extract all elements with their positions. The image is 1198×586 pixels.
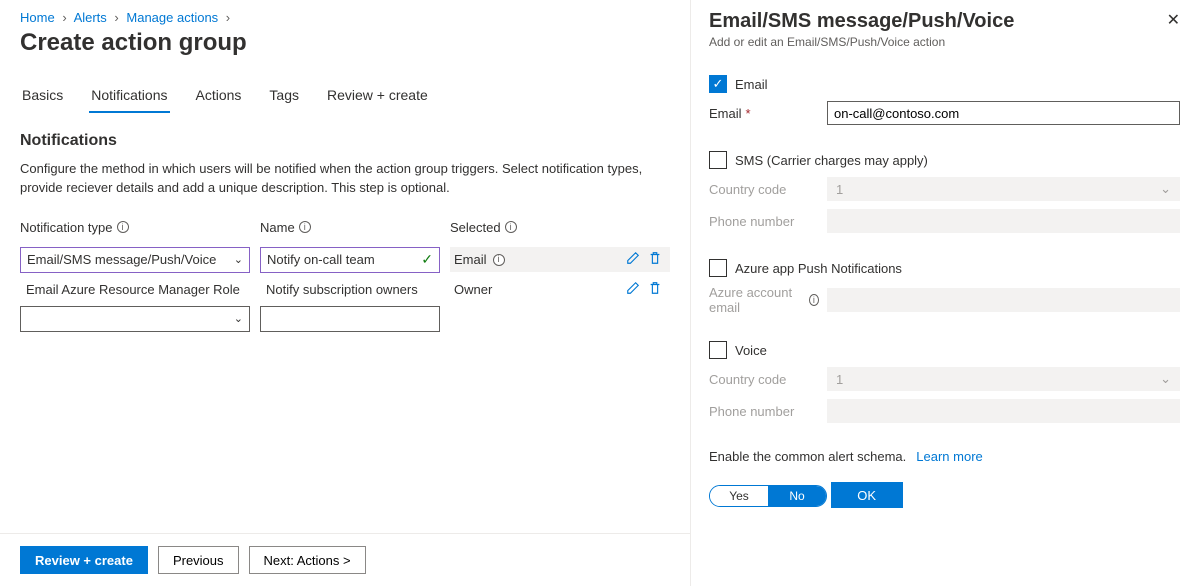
info-icon[interactable]: i [117, 221, 129, 233]
delete-icon[interactable] [648, 281, 662, 298]
country-code-label: Country code [709, 182, 819, 197]
email-checkbox-label: Email [735, 77, 768, 92]
voice-country-code-select[interactable]: 1 ⌄ [827, 367, 1180, 391]
breadcrumb-manage-actions[interactable]: Manage actions [126, 10, 218, 25]
chevron-right-icon: › [114, 10, 118, 25]
selected-cell: Owner [450, 277, 670, 302]
notification-name-text: Notify subscription owners [260, 282, 418, 297]
notification-name-input[interactable]: Notify on-call team ✓ [260, 247, 440, 273]
tab-basics[interactable]: Basics [20, 81, 65, 113]
notification-type-select-empty[interactable]: ⌄ [20, 306, 250, 332]
push-checkbox[interactable] [709, 259, 727, 277]
azure-email-input[interactable] [827, 288, 1180, 312]
sms-country-code-select[interactable]: 1 ⌄ [827, 177, 1180, 201]
breadcrumb: Home › Alerts › Manage actions › [20, 10, 670, 25]
sms-checkbox[interactable] [709, 151, 727, 169]
edit-icon[interactable] [626, 251, 640, 268]
voice-checkbox-label: Voice [735, 343, 767, 358]
selected-cell [450, 315, 670, 323]
notification-name-input-empty[interactable] [260, 306, 440, 332]
email-field-label: Email * [709, 106, 819, 121]
name-cell [260, 302, 440, 336]
email-input[interactable] [827, 101, 1180, 125]
toggle-no: No [768, 486, 826, 506]
push-checkbox-label: Azure app Push Notifications [735, 261, 902, 276]
section-description: Configure the method in which users will… [20, 160, 660, 198]
phone-number-label: Phone number [709, 214, 819, 229]
table-row: Email Azure Resource Manager Role [20, 278, 250, 301]
info-icon[interactable]: i [505, 221, 517, 233]
panel-subtitle: Add or edit an Email/SMS/Push/Voice acti… [709, 35, 1014, 49]
chevron-right-icon: › [62, 10, 66, 25]
info-icon[interactable]: i [809, 294, 819, 306]
voice-phone-input[interactable] [827, 399, 1180, 423]
schema-text: Enable the common alert schema. [709, 449, 906, 464]
breadcrumb-home[interactable]: Home [20, 10, 55, 25]
notification-type-select[interactable]: Email/SMS message/Push/Voice ⌄ [20, 247, 250, 273]
col-header-selected: Selected i [450, 220, 670, 243]
chevron-down-icon: ⌄ [1160, 181, 1171, 197]
email-checkbox[interactable]: ✓ [709, 75, 727, 93]
selected-value: Owner [450, 282, 492, 297]
selected-cell: Email i [450, 247, 670, 272]
info-icon[interactable]: i [493, 254, 505, 266]
chevron-right-icon: › [226, 10, 230, 25]
notification-type-text: Email Azure Resource Manager Role [20, 282, 240, 297]
voice-checkbox[interactable] [709, 341, 727, 359]
sms-phone-input[interactable] [827, 209, 1180, 233]
selected-value: Email [450, 252, 487, 267]
name-cell: Notify subscription owners [260, 278, 440, 301]
col-header-type: Notification type i [20, 220, 250, 243]
schema-toggle[interactable]: Yes No [709, 485, 827, 507]
previous-button[interactable]: Previous [158, 546, 239, 574]
review-create-button[interactable]: Review + create [20, 546, 148, 574]
col-header-name: Name i [260, 220, 440, 243]
footer-bar: Review + create Previous Next: Actions > [0, 533, 690, 586]
edit-icon[interactable] [626, 281, 640, 298]
breadcrumb-alerts[interactable]: Alerts [74, 10, 107, 25]
chevron-down-icon: ⌄ [1160, 371, 1171, 387]
azure-email-label: Azure account email i [709, 285, 819, 315]
table-row: Email/SMS message/Push/Voice ⌄ [20, 243, 250, 277]
learn-more-link[interactable]: Learn more [916, 449, 982, 464]
toggle-yes: Yes [710, 486, 768, 506]
close-icon[interactable]: ✕ [1167, 10, 1180, 30]
page-title: Create action group [20, 29, 670, 57]
ok-button[interactable]: OK [831, 482, 903, 508]
tab-actions[interactable]: Actions [194, 81, 244, 113]
tab-tags[interactable]: Tags [267, 81, 301, 113]
panel-title: Email/SMS message/Push/Voice [709, 10, 1014, 33]
check-icon: ✓ [421, 251, 433, 268]
tabs: Basics Notifications Actions Tags Review… [20, 81, 670, 114]
table-row: ⌄ [20, 302, 250, 336]
side-panel: Email/SMS message/Push/Voice Add or edit… [690, 0, 1198, 586]
chevron-down-icon: ⌄ [234, 312, 243, 325]
voice-country-code-label: Country code [709, 372, 819, 387]
info-icon[interactable]: i [299, 221, 311, 233]
section-title: Notifications [20, 132, 670, 150]
chevron-down-icon: ⌄ [234, 253, 243, 266]
tab-notifications[interactable]: Notifications [89, 81, 169, 113]
tab-review[interactable]: Review + create [325, 81, 430, 113]
sms-checkbox-label: SMS (Carrier charges may apply) [735, 153, 928, 168]
delete-icon[interactable] [648, 251, 662, 268]
next-actions-button[interactable]: Next: Actions > [249, 546, 366, 574]
voice-phone-label: Phone number [709, 404, 819, 419]
name-cell: Notify on-call team ✓ [260, 243, 440, 277]
